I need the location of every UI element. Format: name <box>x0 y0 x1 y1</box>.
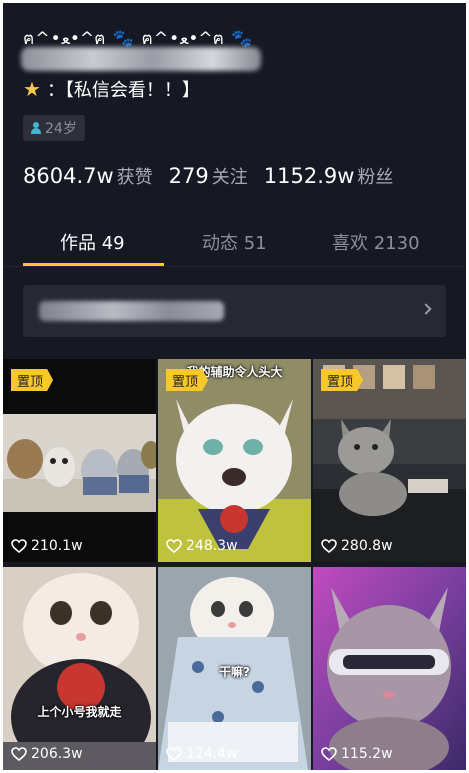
heart-outline-icon <box>166 747 182 761</box>
video-thumbnail-visor-cat <box>313 567 466 770</box>
tab-liked[interactable]: 喜欢 2130 <box>332 229 420 255</box>
video-likes: 210.1w <box>11 538 83 554</box>
pinned-badge: 置顶 <box>321 369 364 391</box>
age-label: 24岁 <box>45 121 77 137</box>
bio-text: ：【私信会看！！】 <box>46 80 200 101</box>
person-icon <box>31 122 41 134</box>
heart-outline-icon <box>321 747 337 761</box>
pinned-badge: 置顶 <box>11 369 54 391</box>
video-likes: 115.2w <box>321 746 393 762</box>
stat-followers[interactable]: 1152.9w 粉丝 <box>264 163 394 189</box>
stat-followers-label: 粉丝 <box>357 167 394 188</box>
video-tile[interactable]: 上个小号我就走 206.3w <box>3 567 156 770</box>
video-likes: 206.3w <box>11 746 83 762</box>
profile-banner-link[interactable] <box>23 285 446 337</box>
active-tab-indicator <box>23 263 164 266</box>
video-caption: 干嘛? <box>219 665 250 679</box>
heart-outline-icon <box>321 539 337 553</box>
stat-following-label: 关注 <box>211 167 248 188</box>
age-badge: 24岁 <box>23 115 85 141</box>
heart-outline-icon <box>11 747 27 761</box>
heart-outline-icon <box>166 539 182 553</box>
profile-stats: 8604.7w 获赞 279 关注 1152.9w 粉丝 <box>23 163 409 189</box>
chevron-right-icon <box>420 303 432 315</box>
video-likes: 124.4w <box>166 746 238 762</box>
video-tile[interactable]: 我的辅助令人头大 置顶 248.3w <box>158 359 311 562</box>
stat-likes-label: 获赞 <box>116 167 153 188</box>
video-caption: 上个小号我就走 <box>37 705 122 719</box>
star-icon: ★ <box>23 77 41 101</box>
video-thumbnail-bib-cat <box>3 567 156 770</box>
video-likes-count: 206.3w <box>31 746 83 762</box>
video-tile[interactable]: 干嘛? 124.4w <box>158 567 311 770</box>
stat-likes[interactable]: 8604.7w 获赞 <box>23 163 153 189</box>
pinned-badge: 置顶 <box>166 369 209 391</box>
content-tabs: 作品 49 动态 51 喜欢 2130 <box>3 219 466 267</box>
video-likes-count: 248.3w <box>186 538 238 554</box>
stat-likes-value: 8604.7w <box>23 164 114 188</box>
video-likes-count: 124.4w <box>186 746 238 762</box>
video-tile[interactable]: 置顶 280.8w <box>313 359 466 562</box>
profile-bio-line: ★ ：【私信会看！！】 <box>23 76 200 102</box>
stat-following[interactable]: 279 关注 <box>169 163 248 189</box>
heart-outline-icon <box>11 539 27 553</box>
video-tile[interactable]: 115.2w <box>313 567 466 770</box>
profile-screen: ฅ^•ﻌ•^ฅ 🐾 ฅ^•ﻌ•^ฅ 🐾 ★ ：【私信会看！！】 24岁 8604… <box>3 3 466 770</box>
stat-following-value: 279 <box>168 164 209 188</box>
stat-followers-value: 1152.9w <box>263 164 355 188</box>
video-likes: 280.8w <box>321 538 393 554</box>
video-likes-count: 115.2w <box>341 746 393 762</box>
video-likes-count: 280.8w <box>341 538 393 554</box>
blurred-bio-text <box>21 47 261 71</box>
tab-works[interactable]: 作品 49 <box>60 229 125 255</box>
tab-moments[interactable]: 动态 51 <box>202 229 267 255</box>
blurred-banner-text <box>39 301 224 321</box>
video-likes-count: 210.1w <box>31 538 83 554</box>
video-likes: 248.3w <box>166 538 238 554</box>
video-tile[interactable]: 置顶 210.1w <box>3 359 156 562</box>
